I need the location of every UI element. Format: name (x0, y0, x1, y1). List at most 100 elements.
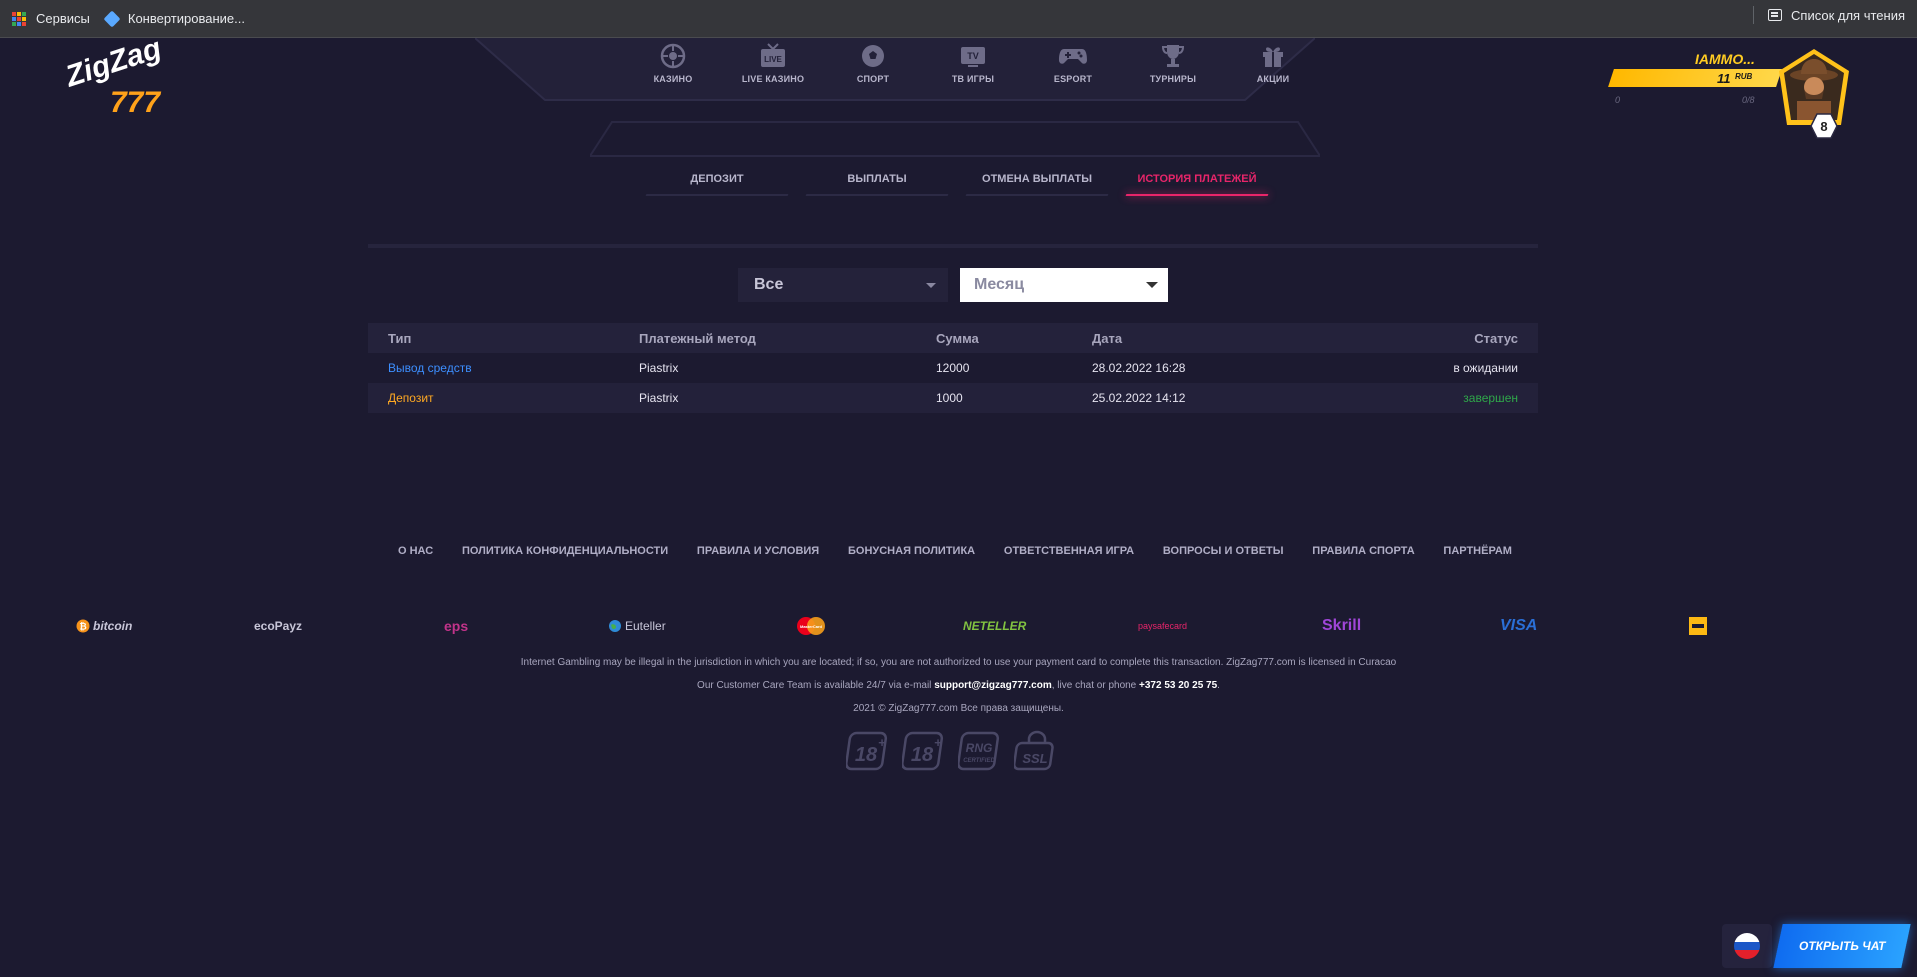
table-row: Вывод средств Piastrix 12000 28.02.2022 … (368, 353, 1538, 383)
period-filter-select[interactable]: Месяц (960, 268, 1168, 302)
copyright: 2021 © ZigZag777.com Все права защищены. (853, 703, 1064, 714)
cell-date: 25.02.2022 14:12 (1092, 391, 1186, 405)
nav-label: LIVE КАЗИНО (741, 74, 805, 84)
interac-icon (1689, 617, 1707, 635)
tab-deposit[interactable]: ДЕПОЗИТ (640, 162, 794, 196)
tab-withdrawals[interactable]: ВЫПЛАТЫ (800, 162, 954, 196)
tabs-plate (590, 121, 1320, 157)
bitcoin-icon: ₿ (76, 619, 90, 633)
rng-certified-icon: RNG CERTIFIED (958, 731, 1000, 771)
euteller-logo: Euteller (608, 613, 666, 639)
main-nav: КАЗИНО LIVE LIVE КАЗИНО СПОРТ TV ТВ ИГРЫ… (623, 42, 1323, 84)
cell-type[interactable]: Вывод средств (388, 361, 472, 375)
balance-amount: 11 (1717, 71, 1731, 86)
content-divider (368, 244, 1538, 248)
footer-link-responsible-gaming[interactable]: ОТВЕТСТВЕННАЯ ИГРА (1004, 545, 1134, 557)
mastercard-icon: MasterCard (797, 617, 825, 635)
footer-link-partners[interactable]: ПАРТНЁРАМ (1443, 545, 1512, 557)
badge-main-text: 18 (911, 744, 934, 766)
care-middle: , live chat or phone (1051, 680, 1140, 691)
footer-link-faq[interactable]: ВОПРОСЫ И ОТВЕТЫ (1163, 545, 1284, 557)
paysafecard-label: paysafecard (1138, 621, 1188, 631)
interac-logo (1688, 613, 1708, 639)
balance-bar (1608, 69, 1782, 87)
care-prefix: Our Customer Care Team is available 24/7… (697, 680, 935, 691)
reading-list-button[interactable]: Список для чтения (1753, 6, 1905, 24)
neteller-label: NETELLER (963, 619, 1027, 633)
tv-icon: TV (958, 42, 988, 70)
nav-item-live-casino[interactable]: LIVE LIVE КАЗИНО (723, 42, 823, 84)
open-chat-button[interactable]: ОТКРЫТЬ ЧАТ (1773, 924, 1911, 968)
eps-logo: eps (444, 613, 468, 639)
ssl-lock-icon: SSL (1014, 730, 1054, 771)
payment-logos: ₿ bitcoin ecoPayz eps Euteller MasterCar… (60, 613, 1720, 641)
soccer-ball-icon (858, 42, 888, 70)
tab-cancel-withdrawal[interactable]: ОТМЕНА ВЫПЛАТЫ (960, 162, 1114, 196)
user-profile[interactable]: IAMMO... 11 RUB 0 0/8 8 (1605, 45, 1855, 145)
bitcoin-label: bitcoin (93, 619, 133, 633)
footer-link-bonus-policy[interactable]: БОНУСНАЯ ПОЛИТИКА (848, 545, 975, 557)
svg-text:TV: TV (967, 51, 979, 61)
footer-link-about[interactable]: О НАС (398, 545, 433, 557)
table-row: Депозит Piastrix 1000 25.02.2022 14:12 з… (368, 383, 1538, 413)
footer-link-terms[interactable]: ПРАВИЛА И УСЛОВИЯ (697, 545, 819, 557)
tab-label: ДЕПОЗИТ (690, 173, 744, 185)
column-header-sum: Сумма (936, 330, 979, 346)
visa-logo: VISA (1500, 613, 1537, 639)
tab-label: ИСТОРИЯ ПЛАТЕЖЕЙ (1137, 173, 1257, 185)
toolbar-divider (1753, 6, 1755, 24)
certification-badges: 18 + 18 + RNG CERTIFIED SSL (846, 730, 1060, 772)
site-logo[interactable]: ZigZag 777 (61, 32, 177, 120)
payment-tabs: ДЕПОЗИТ ВЫПЛАТЫ ОТМЕНА ВЫПЛАТЫ ИСТОРИЯ П… (640, 162, 1274, 196)
level-progress-max: 0/8 (1742, 95, 1755, 105)
bookmark-services[interactable]: Сервисы (4, 6, 98, 32)
customer-care-notice: Our Customer Care Team is available 24/7… (0, 680, 1917, 691)
reading-list-icon (1768, 9, 1783, 21)
footer-link-privacy[interactable]: ПОЛИТИКА КОНФИДЕНЦИАЛЬНОСТИ (462, 545, 668, 557)
nav-item-sport[interactable]: СПОРТ (823, 42, 923, 84)
cell-sum: 12000 (936, 361, 970, 375)
eps-label: eps (444, 618, 469, 634)
balance-currency: RUB (1735, 72, 1753, 81)
nav-item-tournaments[interactable]: ТУРНИРЫ (1123, 42, 1223, 84)
tab-label: ОТМЕНА ВЫПЛАТЫ (982, 173, 1092, 185)
support-email-link[interactable]: support@zigzag777.com (934, 680, 1052, 691)
payment-history-table: Тип Платежный метод Сумма Дата Статус Вы… (368, 323, 1538, 413)
globe-icon (609, 620, 621, 632)
badge-sub-text: + (934, 735, 942, 750)
tab-payment-history[interactable]: ИСТОРИЯ ПЛАТЕЖЕЙ (1120, 162, 1274, 196)
footer-link-sport-rules[interactable]: ПРАВИЛА СПОРТА (1312, 545, 1414, 557)
browser-bookmarks-bar: Сервисы Конвертирование... Список для чт… (0, 0, 1917, 38)
nav-label: ТУРНИРЫ (1149, 74, 1197, 84)
nav-item-promotions[interactable]: АКЦИИ (1223, 42, 1323, 84)
care-suffix: . (1217, 680, 1220, 691)
nav-item-tv-games[interactable]: TV ТВ ИГРЫ (923, 42, 1023, 84)
gamepad-icon (1058, 42, 1088, 70)
ecopayz-label: ecoPayz (254, 619, 303, 633)
svg-text:₿: ₿ (79, 622, 86, 632)
mastercard-label: MasterCard (800, 624, 823, 629)
nav-item-esport[interactable]: ESPORT (1023, 42, 1123, 84)
age-18-icon: 18 + (846, 731, 888, 771)
badge-sub-text: + (878, 735, 886, 750)
euteller-label: Euteller (625, 619, 666, 633)
column-header-status: Статус (1474, 330, 1518, 346)
skrill-label: Skrill (1322, 617, 1362, 634)
badge-main-text: 18 (855, 744, 878, 766)
gift-icon (1258, 42, 1288, 70)
cell-type[interactable]: Депозит (388, 391, 434, 405)
nav-item-casino[interactable]: КАЗИНО (623, 42, 723, 84)
language-switcher[interactable] (1722, 924, 1772, 968)
nav-label: ТВ ИГРЫ (951, 74, 995, 84)
type-filter-value: Все (754, 276, 784, 293)
roulette-icon (658, 42, 688, 70)
nav-label: СПОРТ (856, 74, 890, 84)
cell-method: Piastrix (639, 361, 679, 375)
bookmark-converter[interactable]: Конвертирование... (98, 6, 253, 32)
type-filter-select[interactable]: Все (738, 268, 948, 302)
paysafecard-logo: paysafecard (1138, 613, 1187, 639)
trophy-icon (1158, 42, 1188, 70)
nav-label: ESPORT (1053, 74, 1093, 84)
period-filter-value: Месяц (974, 276, 1025, 293)
nav-label: АКЦИИ (1256, 74, 1290, 84)
